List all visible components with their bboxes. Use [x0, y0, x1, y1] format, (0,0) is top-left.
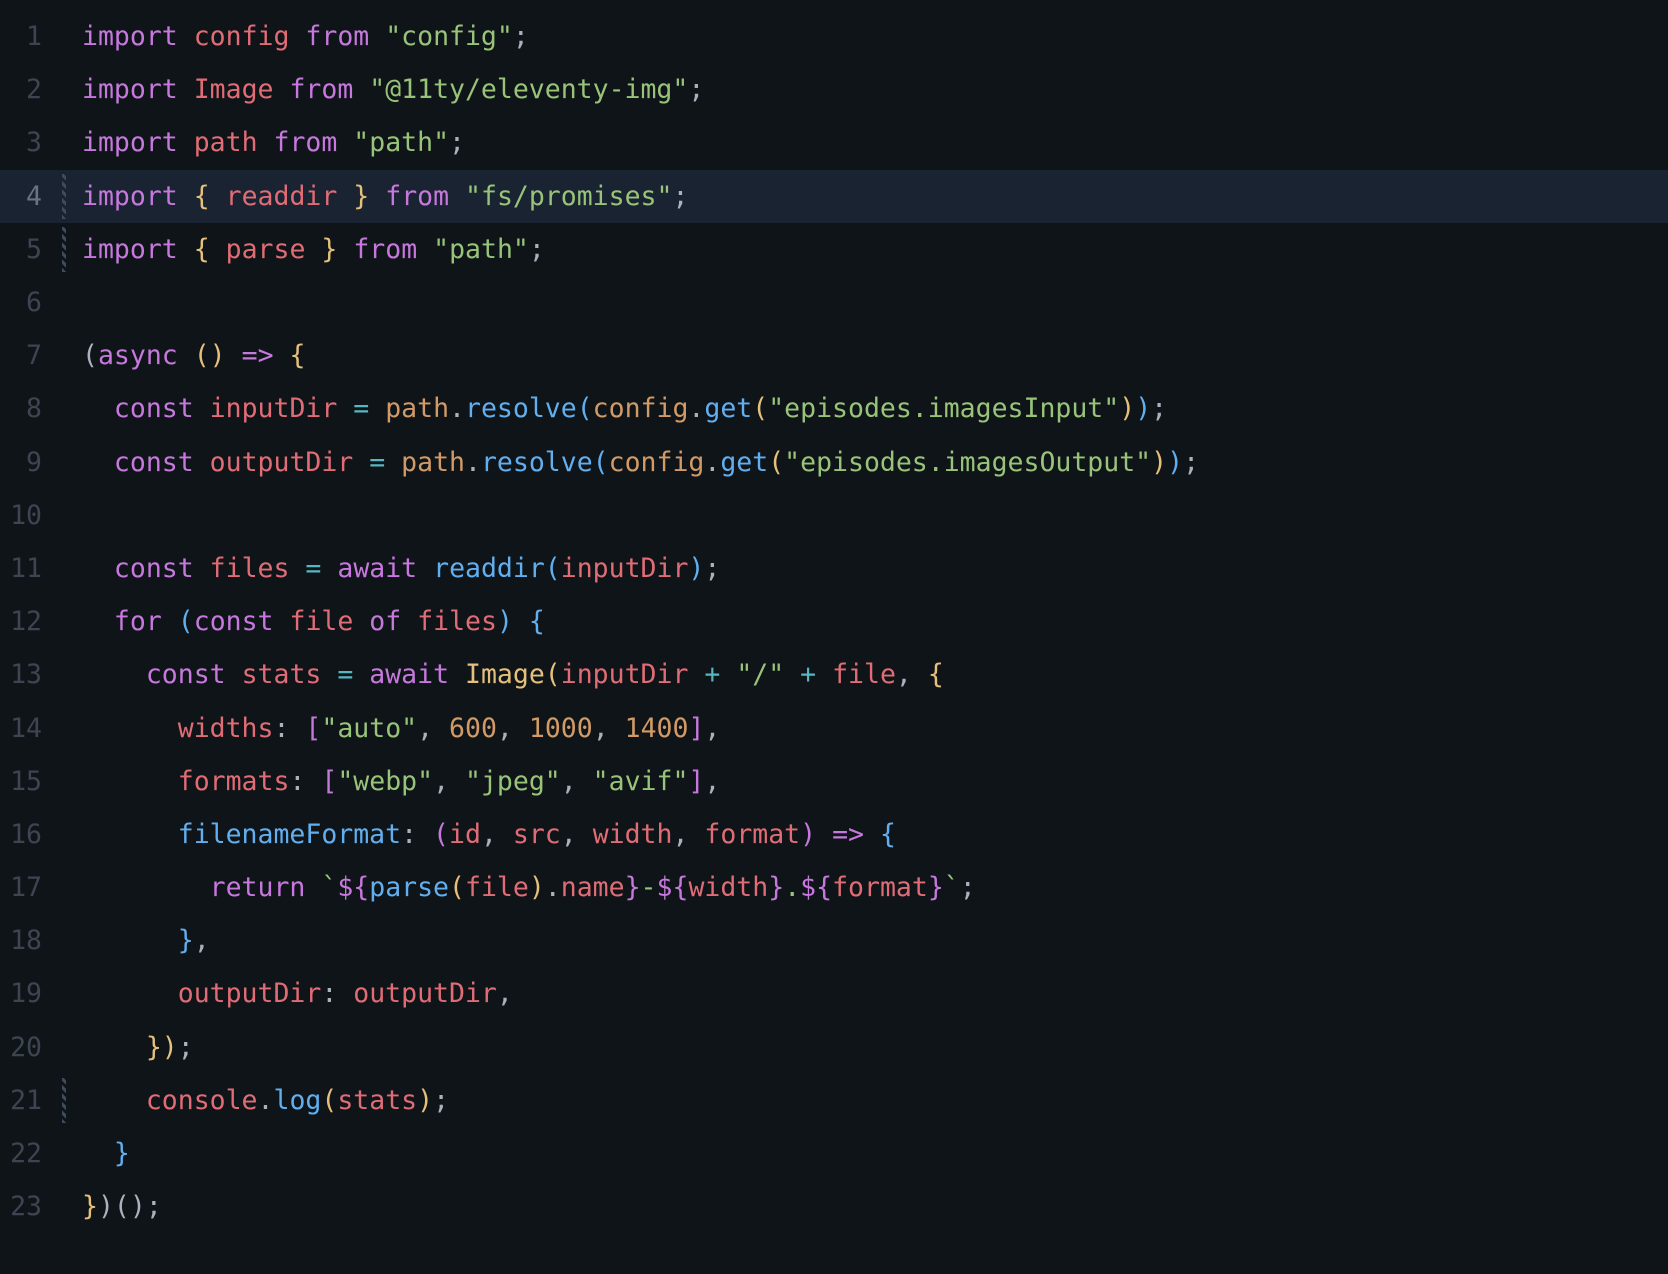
- line-number: 4: [0, 181, 70, 212]
- code-editor[interactable]: 1import config from "config";2import Ima…: [0, 0, 1668, 1233]
- line-content[interactable]: formats: ["webp", "jpeg", "avif"],: [70, 766, 1668, 797]
- line-number: 15: [0, 766, 70, 797]
- line-number: 3: [0, 127, 70, 158]
- line-content[interactable]: const inputDir = path.resolve(config.get…: [70, 393, 1668, 424]
- code-line[interactable]: 10: [0, 489, 1668, 542]
- code-line[interactable]: 7(async () => {: [0, 329, 1668, 382]
- line-content[interactable]: import { readdir } from "fs/promises";: [70, 181, 1668, 212]
- line-number: 21: [0, 1085, 70, 1116]
- line-content[interactable]: import path from "path";: [70, 127, 1668, 158]
- line-content[interactable]: for (const file of files) {: [70, 606, 1668, 637]
- line-content[interactable]: const stats = await Image(inputDir + "/"…: [70, 659, 1668, 690]
- line-number: 11: [0, 553, 70, 584]
- code-line[interactable]: 4import { readdir } from "fs/promises";: [0, 170, 1668, 223]
- code-line[interactable]: 9 const outputDir = path.resolve(config.…: [0, 436, 1668, 489]
- line-number: 22: [0, 1138, 70, 1169]
- line-number: 20: [0, 1032, 70, 1063]
- line-content[interactable]: outputDir: outputDir,: [70, 978, 1668, 1009]
- line-content[interactable]: (async () => {: [70, 340, 1668, 371]
- line-number: 13: [0, 659, 70, 690]
- code-line[interactable]: 5import { parse } from "path";: [0, 223, 1668, 276]
- code-line[interactable]: 22 }: [0, 1127, 1668, 1180]
- line-number: 6: [0, 287, 70, 318]
- code-line[interactable]: 19 outputDir: outputDir,: [0, 967, 1668, 1020]
- line-content[interactable]: const outputDir = path.resolve(config.ge…: [70, 447, 1668, 478]
- code-line[interactable]: 14 widths: ["auto", 600, 1000, 1400],: [0, 701, 1668, 754]
- code-line[interactable]: 18 },: [0, 914, 1668, 967]
- line-number: 16: [0, 819, 70, 850]
- line-content[interactable]: filenameFormat: (id, src, width, format)…: [70, 819, 1668, 850]
- code-line[interactable]: 15 formats: ["webp", "jpeg", "avif"],: [0, 755, 1668, 808]
- line-content[interactable]: const files = await readdir(inputDir);: [70, 553, 1668, 584]
- line-content[interactable]: import { parse } from "path";: [70, 234, 1668, 265]
- line-content[interactable]: console.log(stats);: [70, 1085, 1668, 1116]
- code-line[interactable]: 3import path from "path";: [0, 116, 1668, 169]
- line-number: 5: [0, 234, 70, 265]
- code-line[interactable]: 21 console.log(stats);: [0, 1074, 1668, 1127]
- code-line[interactable]: 20 });: [0, 1021, 1668, 1074]
- code-line[interactable]: 1import config from "config";: [0, 10, 1668, 63]
- line-number: 8: [0, 393, 70, 424]
- code-line[interactable]: 23})();: [0, 1180, 1668, 1233]
- line-number: 18: [0, 925, 70, 956]
- line-number: 12: [0, 606, 70, 637]
- line-content[interactable]: }: [70, 1138, 1668, 1169]
- code-line[interactable]: 16 filenameFormat: (id, src, width, form…: [0, 808, 1668, 861]
- code-line[interactable]: 13 const stats = await Image(inputDir + …: [0, 648, 1668, 701]
- line-content[interactable]: },: [70, 925, 1668, 956]
- line-content[interactable]: import Image from "@11ty/eleventy-img";: [70, 74, 1668, 105]
- line-number: 14: [0, 713, 70, 744]
- line-content[interactable]: widths: ["auto", 600, 1000, 1400],: [70, 713, 1668, 744]
- line-content[interactable]: return `${parse(file).name}-${width}.${f…: [70, 872, 1668, 903]
- code-line[interactable]: 6: [0, 276, 1668, 329]
- code-line[interactable]: 17 return `${parse(file).name}-${width}.…: [0, 861, 1668, 914]
- line-number: 19: [0, 978, 70, 1009]
- code-line[interactable]: 12 for (const file of files) {: [0, 595, 1668, 648]
- code-line[interactable]: 2import Image from "@11ty/eleventy-img";: [0, 63, 1668, 116]
- line-number: 10: [0, 500, 70, 531]
- line-number: 2: [0, 74, 70, 105]
- line-number: 23: [0, 1191, 70, 1222]
- code-line[interactable]: 8 const inputDir = path.resolve(config.g…: [0, 382, 1668, 435]
- line-number: 7: [0, 340, 70, 371]
- line-content[interactable]: import config from "config";: [70, 21, 1668, 52]
- line-number: 17: [0, 872, 70, 903]
- line-number: 9: [0, 447, 70, 478]
- line-content[interactable]: })();: [70, 1191, 1668, 1222]
- line-content[interactable]: });: [70, 1032, 1668, 1063]
- code-line[interactable]: 11 const files = await readdir(inputDir)…: [0, 542, 1668, 595]
- line-number: 1: [0, 21, 70, 52]
